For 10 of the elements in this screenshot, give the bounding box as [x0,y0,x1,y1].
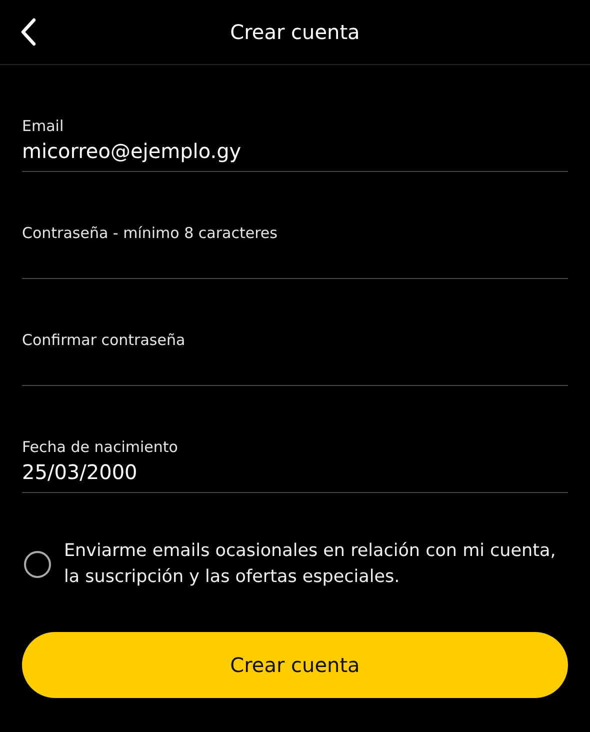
field-label: Fecha de nacimiento [22,437,179,457]
create-account-button[interactable]: Crear cuenta [22,632,568,698]
input-field[interactable]: micorreo@ejemplo.gy [22,136,568,172]
field-label: Confirmar contraseña [22,330,186,350]
consent-text: Enviarme emails ocasionales en relación con mi cuenta, la suscripción y las ofertas especiales. [64,540,557,589]
consent-checkbox[interactable] [24,551,51,578]
input-field[interactable]: 25/03/2000 [22,457,568,493]
screen-title: Crear cuenta [230,20,360,44]
field-label: Contraseña - mínimo 8 caracteres [22,223,278,243]
field-label: Email [22,116,65,136]
